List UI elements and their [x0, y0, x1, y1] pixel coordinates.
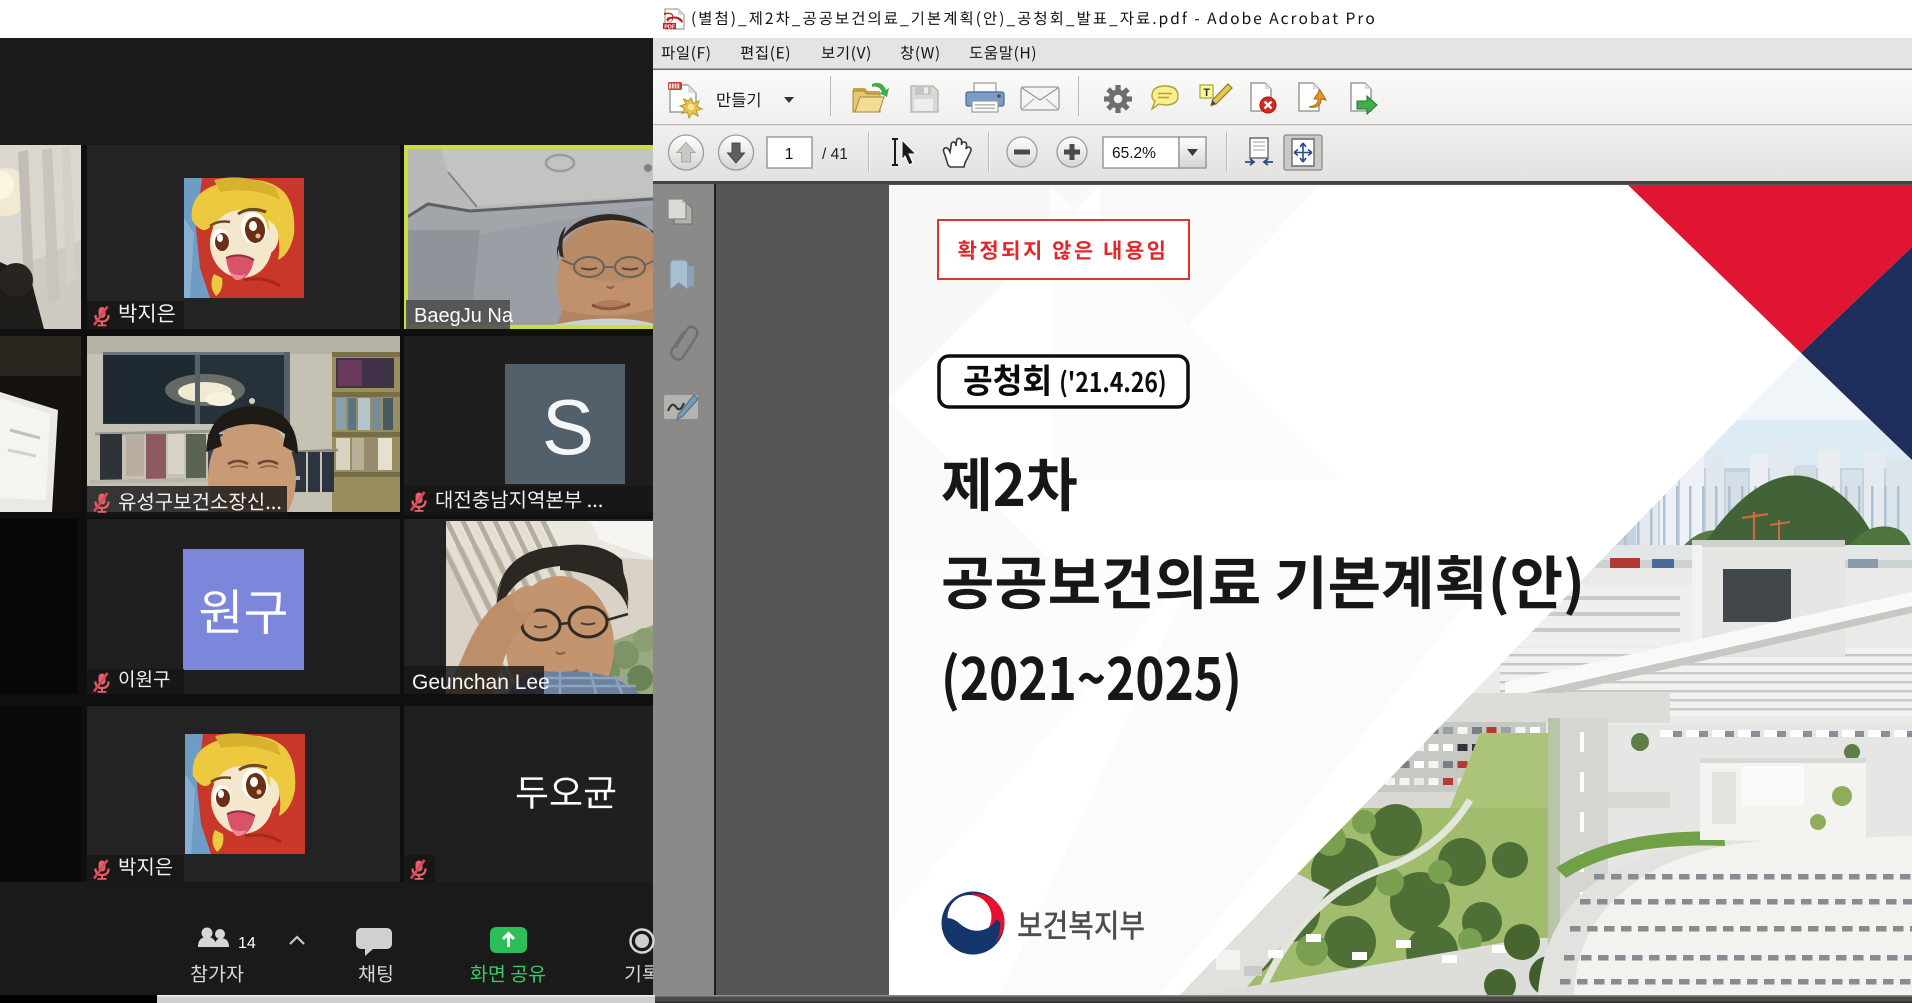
svg-text:Geunchan Lee: Geunchan Lee — [412, 671, 550, 694]
svg-text:65.2%: 65.2% — [1112, 145, 1156, 162]
svg-text:14: 14 — [238, 935, 256, 952]
svg-text:T: T — [1203, 87, 1210, 99]
svg-text:/ 41: / 41 — [822, 146, 848, 163]
svg-text:S: S — [542, 383, 594, 471]
svg-text:BaegJu Na: BaegJu Na — [414, 305, 514, 327]
svg-text:PDF: PDF — [664, 24, 676, 30]
svg-text:1: 1 — [785, 146, 794, 163]
